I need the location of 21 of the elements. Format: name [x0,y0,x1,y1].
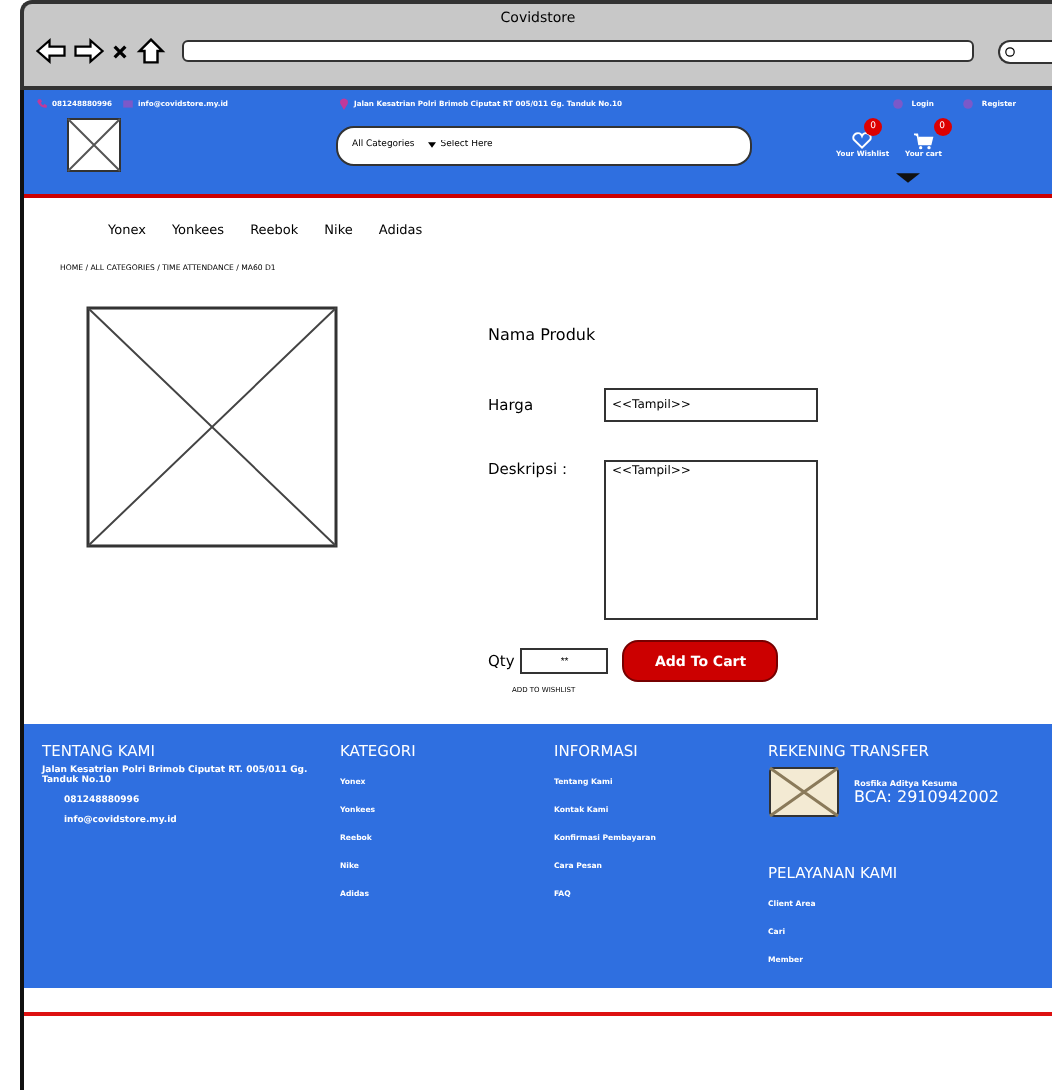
cart-icon[interactable] [913,132,934,150]
close-icon[interactable] [112,43,128,59]
caret-icon [428,142,437,148]
product-image-placeholder-icon [86,306,338,548]
user-icon [961,98,974,110]
browser-search-field[interactable] [998,39,1052,63]
pointer-icon [896,172,920,184]
home-icon[interactable] [136,38,166,64]
location-pin-icon [338,98,351,110]
heart-icon[interactable] [852,132,873,150]
account-number: BCA: 2910942002 [854,788,999,806]
address-bar[interactable] [182,40,974,62]
user-icon [891,98,904,110]
forward-icon[interactable] [74,38,104,64]
phone-icon [36,98,48,110]
product-name: Nama Produk [488,326,598,344]
mail-icon [122,98,135,110]
search-icon [1004,45,1016,57]
back-icon[interactable] [36,38,66,64]
bank-logo-placeholder-icon [768,766,840,818]
logo-placeholder-icon [66,116,122,174]
